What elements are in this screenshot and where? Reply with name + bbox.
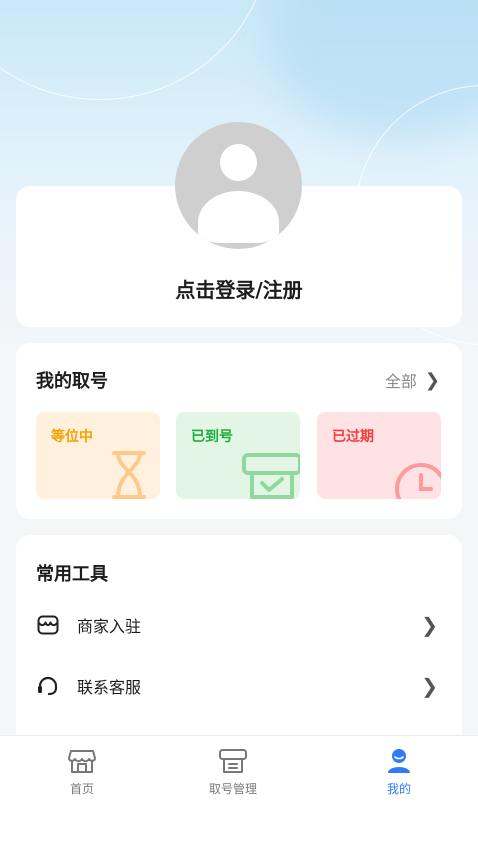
status-expired[interactable]: 已过期 <box>317 412 441 499</box>
ticket-machine-icon <box>219 749 247 773</box>
status-expired-label: 已过期 <box>332 429 374 445</box>
status-waiting-label: 等位中 <box>51 429 93 445</box>
chevron-right-icon: ❯ <box>421 613 438 637</box>
view-all-link[interactable]: 全部 ❯ <box>385 368 440 392</box>
avatar-head <box>220 144 257 181</box>
tab-queue-management[interactable]: 取号管理 <box>183 748 283 797</box>
tab-queue-management-label: 取号管理 <box>208 782 257 796</box>
avatar[interactable] <box>175 122 302 249</box>
chevron-right-icon: ❯ <box>421 674 438 698</box>
view-all-label: 全部 <box>384 372 417 391</box>
tab-mine-label: 我的 <box>386 782 411 796</box>
merchant-join-label: 商家入驻 <box>77 617 142 636</box>
status-arrived-label: 已到号 <box>191 429 233 445</box>
shop-icon <box>37 615 59 635</box>
user-icon <box>388 749 410 773</box>
ticket-machine-icon <box>242 453 300 499</box>
contact-service-label: 联系客服 <box>77 678 142 697</box>
my-queue-card: 我的取号 全部 ❯ 等位中 已到号 已过期 <box>16 343 462 519</box>
tab-mine[interactable]: 我的 <box>349 748 449 797</box>
contact-service-row[interactable]: 联系客服 ❯ <box>16 661 462 711</box>
store-icon <box>68 750 96 773</box>
status-waiting[interactable]: 等位中 <box>36 412 160 499</box>
common-tools-title: 常用工具 <box>36 564 108 585</box>
avatar-body <box>198 191 279 243</box>
tab-home[interactable]: 首页 <box>32 748 132 797</box>
common-tools-card: 常用工具 商家入驻 ❯ 联系客服 ❯ <box>16 535 462 765</box>
tab-home-label: 首页 <box>69 782 94 796</box>
merchant-join-row[interactable]: 商家入驻 ❯ <box>16 600 462 650</box>
my-queue-title: 我的取号 <box>36 371 108 392</box>
status-arrived[interactable]: 已到号 <box>176 412 300 499</box>
hourglass-icon <box>112 451 146 499</box>
decorative-circle <box>0 0 270 100</box>
clock-icon <box>395 463 441 499</box>
login-register-link[interactable]: 点击登录/注册 <box>0 274 478 303</box>
bottom-tab-bar: 首页 取号管理 我的 <box>0 735 478 850</box>
chevron-right-icon: ❯ <box>424 369 440 391</box>
headset-icon <box>38 676 58 696</box>
